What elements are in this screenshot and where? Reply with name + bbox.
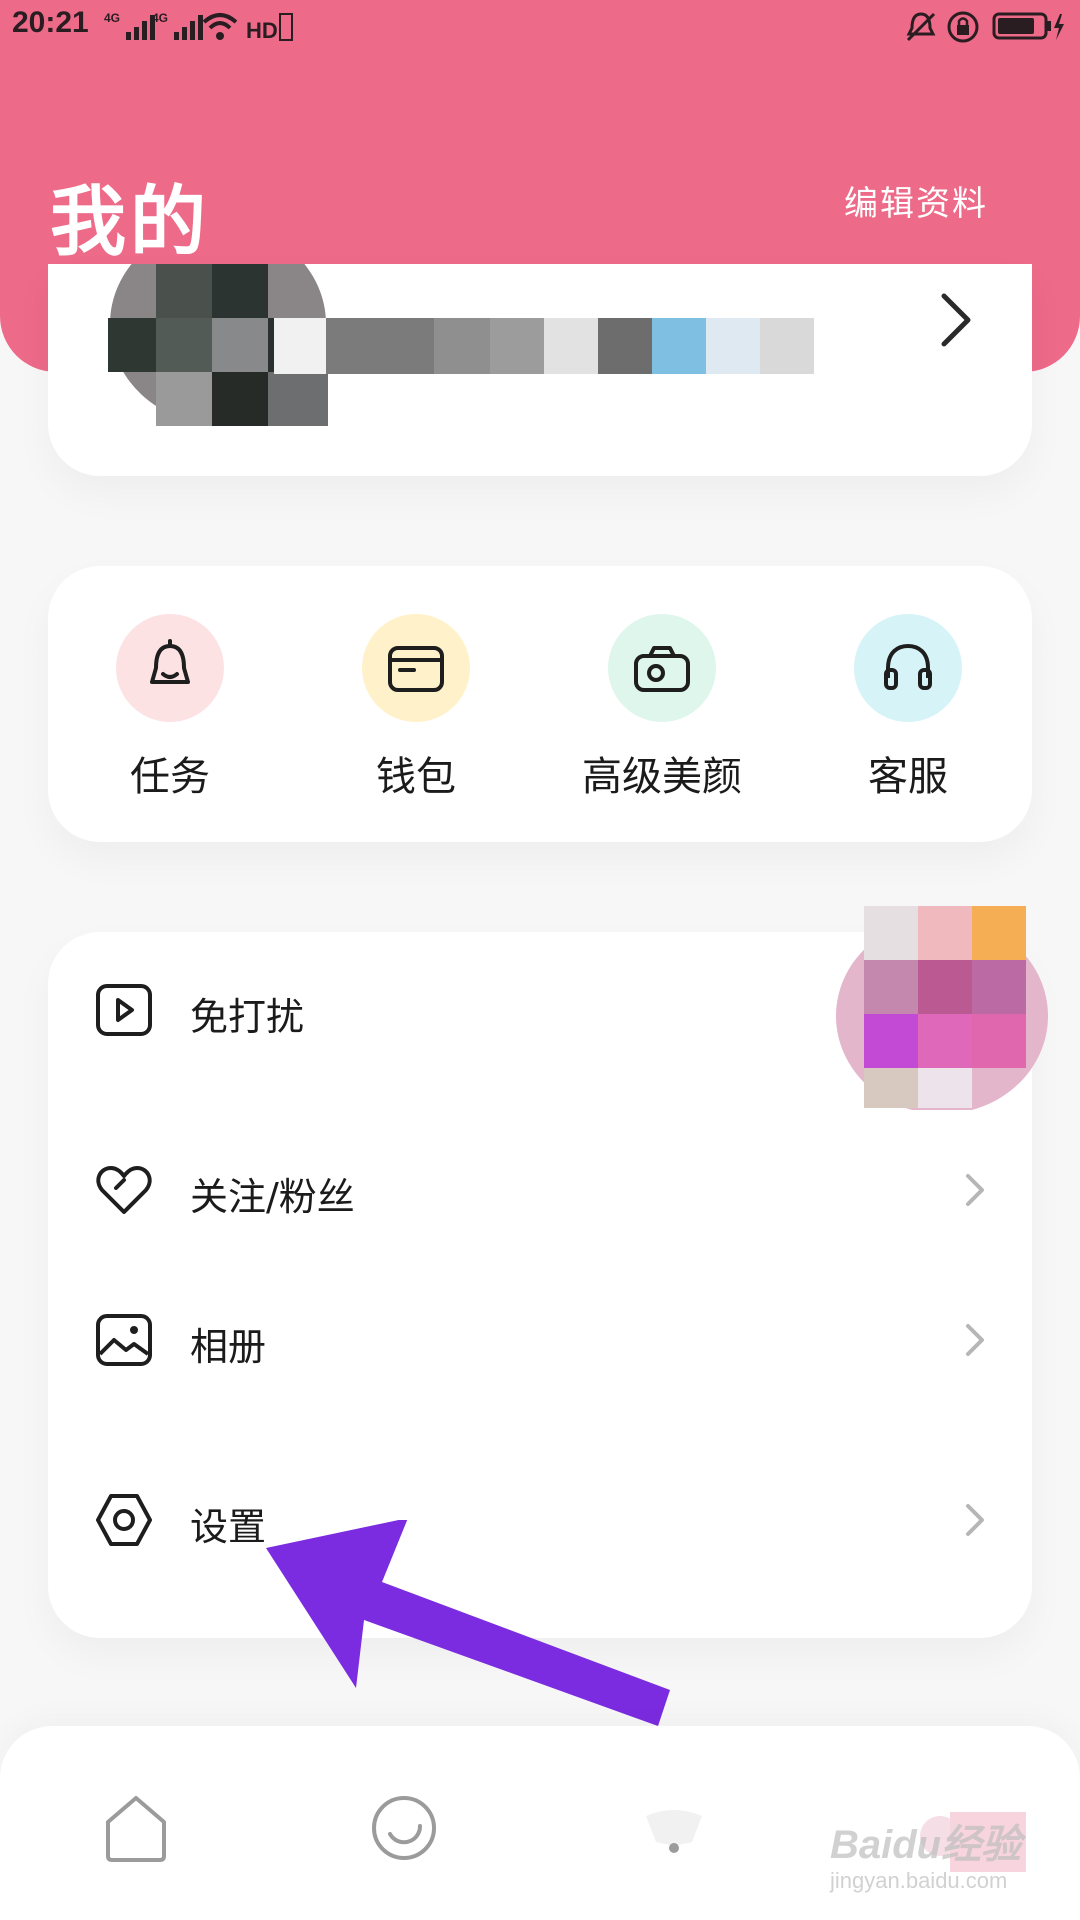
message-icon[interactable] <box>632 1786 716 1870</box>
menu-item-label: 免打扰 <box>190 995 305 1039</box>
edit-profile-link[interactable]: 编辑资料 <box>844 176 988 225</box>
shortcut-label: 客服 <box>868 754 948 800</box>
shortcut-wallet[interactable]: 钱包 <box>316 614 516 814</box>
network-type-label-2: 4G <box>152 11 168 25</box>
hd-icon: HD <box>246 13 293 43</box>
chevron-right-icon <box>966 1174 984 1206</box>
hd-label: HD <box>246 18 278 43</box>
camera-icon <box>608 614 716 722</box>
headset-icon <box>854 614 962 722</box>
shortcut-beauty[interactable]: 高级美颜 <box>562 614 762 814</box>
shortcuts-card: 任务 钱包 高级美颜 客服 <box>48 566 1032 842</box>
alarm-off-icon <box>906 12 936 42</box>
username-obscured <box>274 318 814 374</box>
menu-item-label: 关注/粉丝 <box>190 1175 355 1219</box>
menu-item-follow-fans[interactable]: 关注/粉丝 <box>48 1130 1032 1250</box>
heart-icon <box>96 1166 152 1214</box>
rotation-lock-icon <box>947 11 979 43</box>
menu-item-label: 设置 <box>190 1505 267 1549</box>
image-icon <box>96 1314 152 1366</box>
play-square-icon <box>96 984 152 1036</box>
chevron-right-icon <box>941 293 971 347</box>
hexagon-gear-icon <box>96 1494 152 1546</box>
bell-icon <box>116 614 224 722</box>
shortcut-label: 任务 <box>130 754 210 800</box>
status-time: 20:21 <box>12 6 89 39</box>
status-bar: 20:21 4G 4G HD <box>0 0 1080 56</box>
discover-icon[interactable] <box>362 1786 446 1870</box>
decorative-sticker <box>836 906 1048 1110</box>
page-title: 我的 <box>50 177 210 266</box>
battery-icon <box>992 12 1064 40</box>
wifi-icon <box>202 13 238 40</box>
menu-item-album[interactable]: 相册 <box>48 1280 1032 1400</box>
network-type-label: 4G <box>104 11 120 25</box>
shortcut-support[interactable]: 客服 <box>808 614 1008 814</box>
shortcut-label: 高级美颜 <box>582 754 742 800</box>
shortcut-label: 钱包 <box>376 754 456 800</box>
chevron-right-icon <box>966 1504 984 1536</box>
watermark-url: jingyan.baidu.com <box>830 1868 1008 1893</box>
home-icon[interactable] <box>94 1786 178 1870</box>
profile-card[interactable] <box>48 264 1032 476</box>
watermark-brand: Baidu经验 <box>830 1823 1022 1867</box>
chevron-right-icon <box>966 1324 984 1356</box>
annotation-arrow <box>266 1520 670 1726</box>
menu-item-label: 相册 <box>190 1325 267 1369</box>
wallet-icon <box>362 614 470 722</box>
shortcut-task[interactable]: 任务 <box>70 614 270 814</box>
